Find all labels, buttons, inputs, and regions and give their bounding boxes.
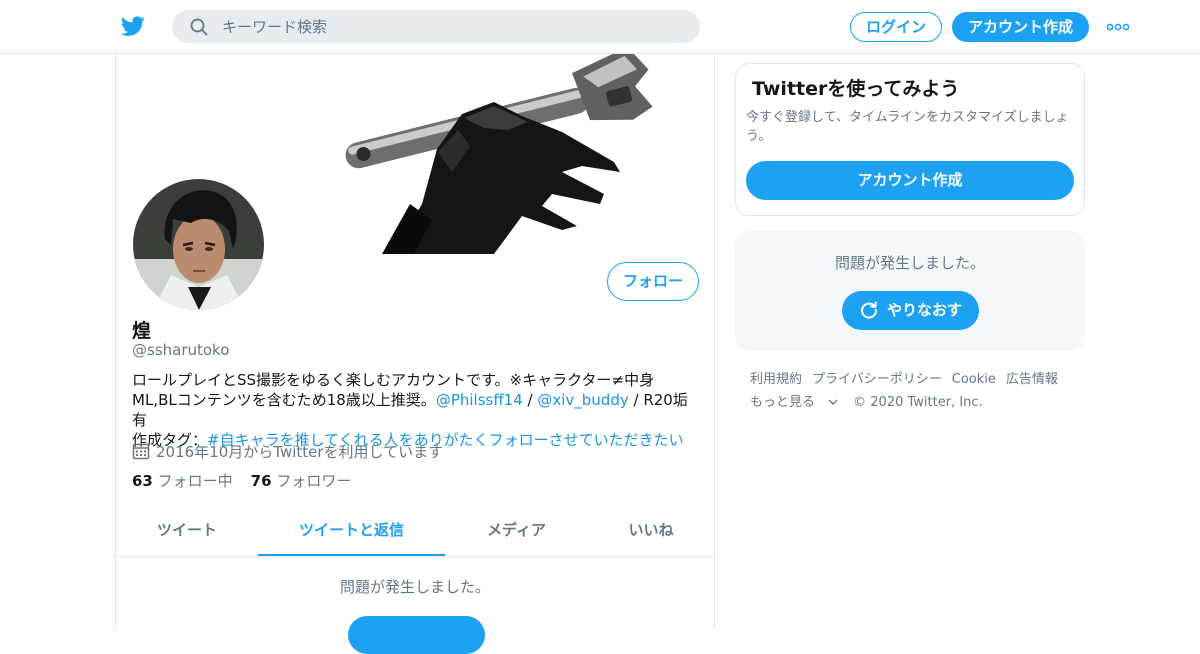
footer-copyright: © 2020 Twitter, Inc. [853, 395, 983, 410]
sidebar-retry-label: やりなおす [886, 301, 962, 319]
top-navigation-bar: ログイン アカウント作成 [0, 0, 1200, 54]
sidebar-retry-button[interactable]: やりなおす [842, 291, 979, 330]
timeline-error-message: 問題が発生しました。 [339, 578, 490, 596]
following-label: フォロー中 [157, 472, 233, 490]
following-count: 63 [132, 472, 153, 490]
tab-likes[interactable]: いいね [588, 506, 714, 556]
signup-card-title: Twitterを使ってみよう [752, 78, 960, 100]
login-button[interactable]: ログイン [850, 12, 942, 42]
signup-button[interactable]: アカウント作成 [952, 12, 1089, 42]
bio-line: ML,BLコンテンツを含むため18歳以上推奨。@Philssff14 / @xi… [132, 390, 702, 430]
sidebar-error-card: 問題が発生しました。 やりなおす [735, 231, 1085, 351]
signup-card-description: 今すぐ登録して、タイムラインをカスタマイズしましょう。 [746, 110, 1069, 144]
sidebar-footer: 利用規約 プライバシーポリシー Cookie 広告情報 もっと見る © 2020 Tw… [750, 368, 1080, 414]
bio-mention-link[interactable]: @xiv_buddy [537, 391, 628, 409]
bio-mention-link[interactable]: @Philssff14 [436, 391, 523, 409]
following-stat[interactable]: 63 フォロー中 [132, 472, 233, 490]
profile-tabs: ツイート ツイートと返信 メディア いいね [116, 506, 714, 557]
profile-name: 煌 [132, 320, 152, 342]
search-icon [190, 18, 208, 36]
profile-bio: ロールプレイとSS撮影をゆるく楽しむアカウントです。※キャラクター≠中身 ML,… [132, 370, 702, 450]
signup-card-button[interactable]: アカウント作成 [746, 161, 1074, 200]
chevron-down-icon [828, 399, 838, 405]
more-options-icon[interactable] [1107, 23, 1129, 31]
profile-handle[interactable]: @ssharutoko [132, 341, 229, 359]
calendar-icon [132, 443, 150, 460]
tab-media[interactable]: メディア [445, 506, 588, 556]
footer-row-2: もっと見る © 2020 Twitter, Inc. [750, 391, 1080, 414]
refresh-icon [861, 301, 877, 319]
footer-link-ads[interactable]: 広告情報 [1006, 372, 1058, 387]
twitter-bird-icon[interactable] [120, 14, 146, 38]
follow-button[interactable]: フォロー [607, 262, 699, 301]
footer-more-link[interactable]: もっと見る [750, 395, 839, 410]
profile-avatar[interactable] [131, 177, 266, 312]
profile-banner-image[interactable] [232, 54, 712, 254]
footer-link-terms[interactable]: 利用規約 [750, 372, 802, 387]
timeline-retry-button[interactable] [348, 616, 485, 654]
profile-column: フォロー 煌 @ssharutoko ロールプレイとSS撮影をゆるく楽しむアカウ… [115, 54, 715, 654]
follow-stats: 63 フォロー中 76 フォロワー [132, 470, 351, 491]
footer-more-label: もっと見る [750, 395, 816, 410]
bio-text: / [522, 391, 538, 409]
sidebar-error-message: 問題が発生しました。 [834, 254, 985, 272]
tab-tweets-and-replies[interactable]: ツイートと返信 [258, 506, 445, 556]
footer-link-cookie[interactable]: Cookie [952, 372, 996, 387]
joined-date-text: 2016年10月からTwitterを利用しています [156, 443, 444, 461]
search-input[interactable] [222, 10, 682, 43]
joined-date: 2016年10月からTwitterを利用しています [132, 441, 443, 462]
bio-line: ロールプレイとSS撮影をゆるく楽しむアカウントです。※キャラクター≠中身 [132, 371, 655, 389]
footer-links-row: 利用規約 プライバシーポリシー Cookie 広告情報 [750, 368, 1080, 391]
tab-tweets[interactable]: ツイート [116, 506, 258, 556]
footer-link-privacy[interactable]: プライバシーポリシー [812, 372, 942, 387]
bio-text: ML,BLコンテンツを含むため18歳以上推奨。 [132, 391, 436, 409]
signup-card: Twitterを使ってみよう 今すぐ登録して、タイムラインをカスタマイズしましょ… [735, 63, 1085, 216]
followers-label: フォロワー [276, 472, 352, 490]
search-box [172, 10, 700, 43]
followers-stat[interactable]: 76 フォロワー [251, 472, 352, 490]
followers-count: 76 [250, 472, 272, 490]
